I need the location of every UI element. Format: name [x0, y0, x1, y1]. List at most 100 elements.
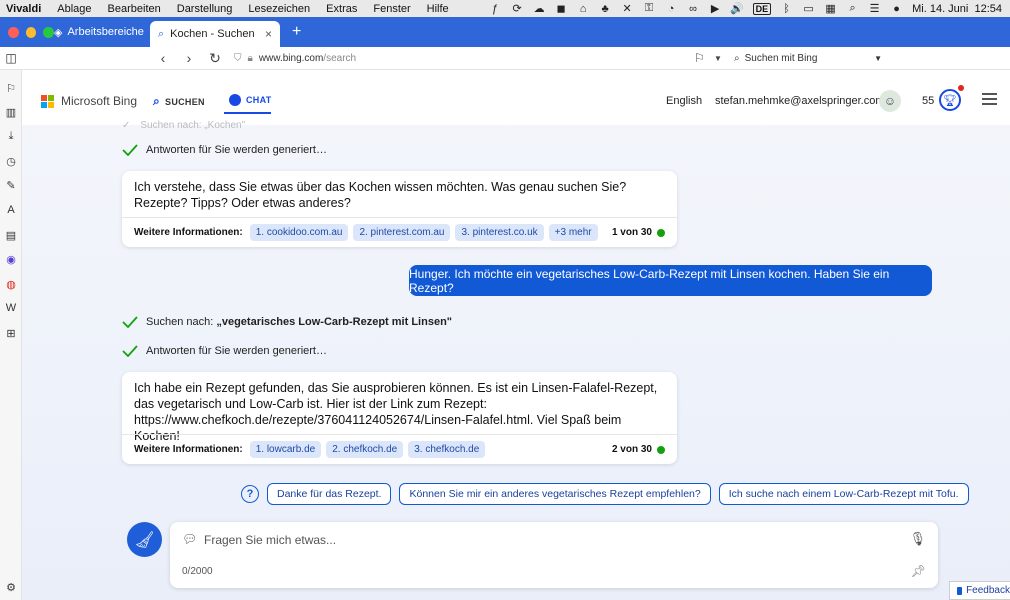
rewards-trophy-icon[interactable]: 🏆︎ — [939, 89, 961, 111]
microphone-icon[interactable]: 🎙︎ — [909, 531, 926, 547]
close-window-button[interactable] — [8, 26, 19, 38]
notes-icon[interactable]: ✎ — [4, 178, 18, 192]
control-center-icon[interactable]: ☰ — [868, 3, 881, 15]
search-engine-field[interactable]: ⌕ Suchen mit Bing ▼ — [734, 49, 882, 67]
new-tab-button[interactable]: + — [292, 23, 301, 41]
menu-extras[interactable]: Extras — [318, 3, 365, 15]
language-selector[interactable]: English — [666, 95, 702, 107]
tools-icon[interactable]: ✕ — [621, 3, 634, 15]
workspaces-label: Arbeitsbereiche — [67, 26, 144, 38]
tree-icon[interactable]: ♣ — [599, 3, 612, 15]
response-counter: 1 von 30 — [612, 227, 665, 238]
bookmark-dropdown-icon[interactable]: ▼ — [714, 54, 728, 63]
active-tab[interactable]: ⌕ Kochen - Suchen × — [150, 21, 280, 47]
suggestion-chip[interactable]: Können Sie mir ein anderes vegetarisches… — [399, 483, 711, 505]
reading-list-icon[interactable]: ▥ — [4, 105, 18, 119]
url-host: www.bing.com — [258, 52, 324, 64]
spotlight-icon[interactable]: ⌕ — [846, 2, 859, 15]
keyboard-layout-indicator[interactable]: DE — [752, 2, 772, 15]
menu-lesezeichen[interactable]: Lesezeichen — [240, 3, 318, 15]
url-path: /search — [323, 52, 357, 64]
menu-bearbeiten[interactable]: Bearbeiten — [100, 3, 169, 15]
bluetooth-icon[interactable]: ᛒ — [780, 3, 793, 15]
bookmarks-panel-icon[interactable]: ⚐ — [4, 81, 18, 95]
hamburger-menu-icon[interactable] — [982, 93, 997, 108]
menu-ablage[interactable]: Ablage — [49, 3, 99, 15]
url-field[interactable]: ⛉ 🔒︎ www.bing.com/search — [234, 53, 694, 64]
macos-menubar: Vivaldi Ablage Bearbeiten Darstellung Le… — [0, 0, 1010, 17]
source-chip[interactable]: 1. cookidoo.com.au — [249, 224, 349, 241]
play-icon[interactable]: ▶ — [709, 3, 722, 15]
menubar-clock[interactable]: Mi. 14. Juni 12:54 — [912, 3, 1002, 15]
status-dot — [657, 228, 665, 237]
home-icon[interactable]: ⌂ — [577, 3, 590, 15]
bookmark-icon[interactable]: ⚐ — [694, 51, 714, 65]
pin-icon[interactable]: 📌︎ — [911, 564, 926, 578]
source-chip[interactable]: 2. chefkoch.de — [326, 441, 404, 458]
close-tab-icon[interactable]: × — [265, 27, 272, 41]
panel-toggle-icon[interactable]: ◫ — [0, 51, 22, 65]
microsoft-logo-icon — [41, 94, 54, 108]
shield-icon[interactable]: ⛉ — [234, 53, 242, 64]
zoom-window-button[interactable] — [43, 26, 55, 38]
a-app-icon[interactable]: ◼ — [555, 3, 568, 15]
source-chip[interactable]: 2. pinterest.com.au — [353, 224, 451, 241]
vivaldi-icon[interactable]: ◍ — [4, 277, 18, 291]
sync-icon[interactable]: ⟳ — [511, 3, 524, 15]
new-topic-button[interactable]: 🧹︎ — [127, 522, 162, 557]
search-status-prefix: Suchen nach: — [146, 316, 214, 328]
suggestion-chip[interactable]: Ich suche nach einem Low-Carb-Rezept mit… — [718, 483, 969, 505]
search-icon: ⌕ — [734, 52, 740, 64]
active-tab-indicator — [224, 112, 271, 114]
minimize-window-button[interactable] — [25, 26, 37, 38]
siri-icon[interactable]: ● — [890, 3, 903, 15]
history-icon[interactable]: ◷ — [4, 154, 18, 168]
key-icon[interactable]: ⚿ — [643, 2, 656, 15]
menu-fenster[interactable]: Fenster — [365, 3, 418, 15]
settings-gear-icon[interactable]: ⚙ — [4, 580, 18, 594]
rewards-points[interactable]: 55 — [922, 95, 934, 107]
search-engine-dropdown-icon[interactable]: ▼ — [874, 54, 882, 63]
avatar[interactable]: ☺ — [879, 90, 901, 112]
chat-input[interactable] — [204, 531, 884, 549]
mastodon-icon[interactable]: ◉ — [4, 252, 18, 266]
forward-button[interactable]: › — [176, 50, 202, 66]
more-sources-chip[interactable]: +3 mehr — [548, 224, 598, 241]
bing-logo[interactable]: Microsoft Bing — [41, 94, 137, 108]
window-panel-icon[interactable]: ▤ — [4, 228, 18, 242]
window-controls — [0, 26, 55, 38]
workspaces-button[interactable]: ◈ Arbeitsbereiche ▼ — [54, 26, 157, 39]
translate-icon[interactable]: A — [4, 203, 18, 217]
bot-message-card: Ich verstehe, dass Sie etwas über das Ko… — [122, 171, 677, 247]
nav-tab-chat[interactable]: CHAT — [229, 94, 272, 106]
lock-icon[interactable]: 🔒︎ — [248, 53, 253, 64]
sources-label: Weitere Informationen: — [134, 227, 243, 238]
menu-darstellung[interactable]: Darstellung — [169, 3, 241, 15]
generating-status: Antworten für Sie werden generiert… — [122, 345, 327, 357]
downloads-icon[interactable]: ⤓ — [4, 129, 18, 143]
suggestion-chip[interactable]: Danke für das Rezept. — [267, 483, 392, 505]
nav-tab-search[interactable]: ⌕ SUCHEN — [153, 94, 205, 109]
menu-hilfe[interactable]: Hilfe — [419, 3, 457, 15]
wikipedia-icon[interactable]: W — [4, 301, 18, 315]
back-button[interactable]: ‹ — [150, 50, 176, 66]
check-icon — [122, 345, 138, 357]
sources-bar: Weitere Informationen: 1. lowcarb.de 2. … — [122, 434, 677, 464]
reload-button[interactable]: ↻ — [202, 50, 228, 67]
glasses-icon[interactable]: ∞ — [687, 3, 700, 15]
cloud-icon[interactable]: ☁ — [533, 3, 546, 15]
help-icon[interactable]: ? — [241, 485, 259, 503]
source-chip[interactable]: 3. chefkoch.de — [408, 441, 486, 458]
script-icon[interactable]: ƒ — [489, 3, 502, 15]
battery-icon[interactable]: ▭ — [802, 3, 815, 15]
faded-search-status: ✓ Suchen nach: „Kochen" — [122, 120, 245, 131]
feedback-button[interactable]: Feedback — [949, 581, 1010, 600]
source-chip[interactable]: 3. pinterest.co.uk — [455, 224, 544, 241]
display-icon[interactable]: ▦ — [824, 3, 837, 15]
chart-icon[interactable]: ◔ — [665, 3, 678, 15]
add-panel-icon[interactable]: ⊞ — [4, 326, 18, 340]
user-account[interactable]: stefan.mehmke@axelspringer.com — [715, 95, 885, 107]
volume-icon[interactable]: 🔊 — [730, 3, 744, 15]
menu-app-vivaldi[interactable]: Vivaldi — [0, 3, 49, 15]
source-chip[interactable]: 1. lowcarb.de — [249, 441, 322, 458]
